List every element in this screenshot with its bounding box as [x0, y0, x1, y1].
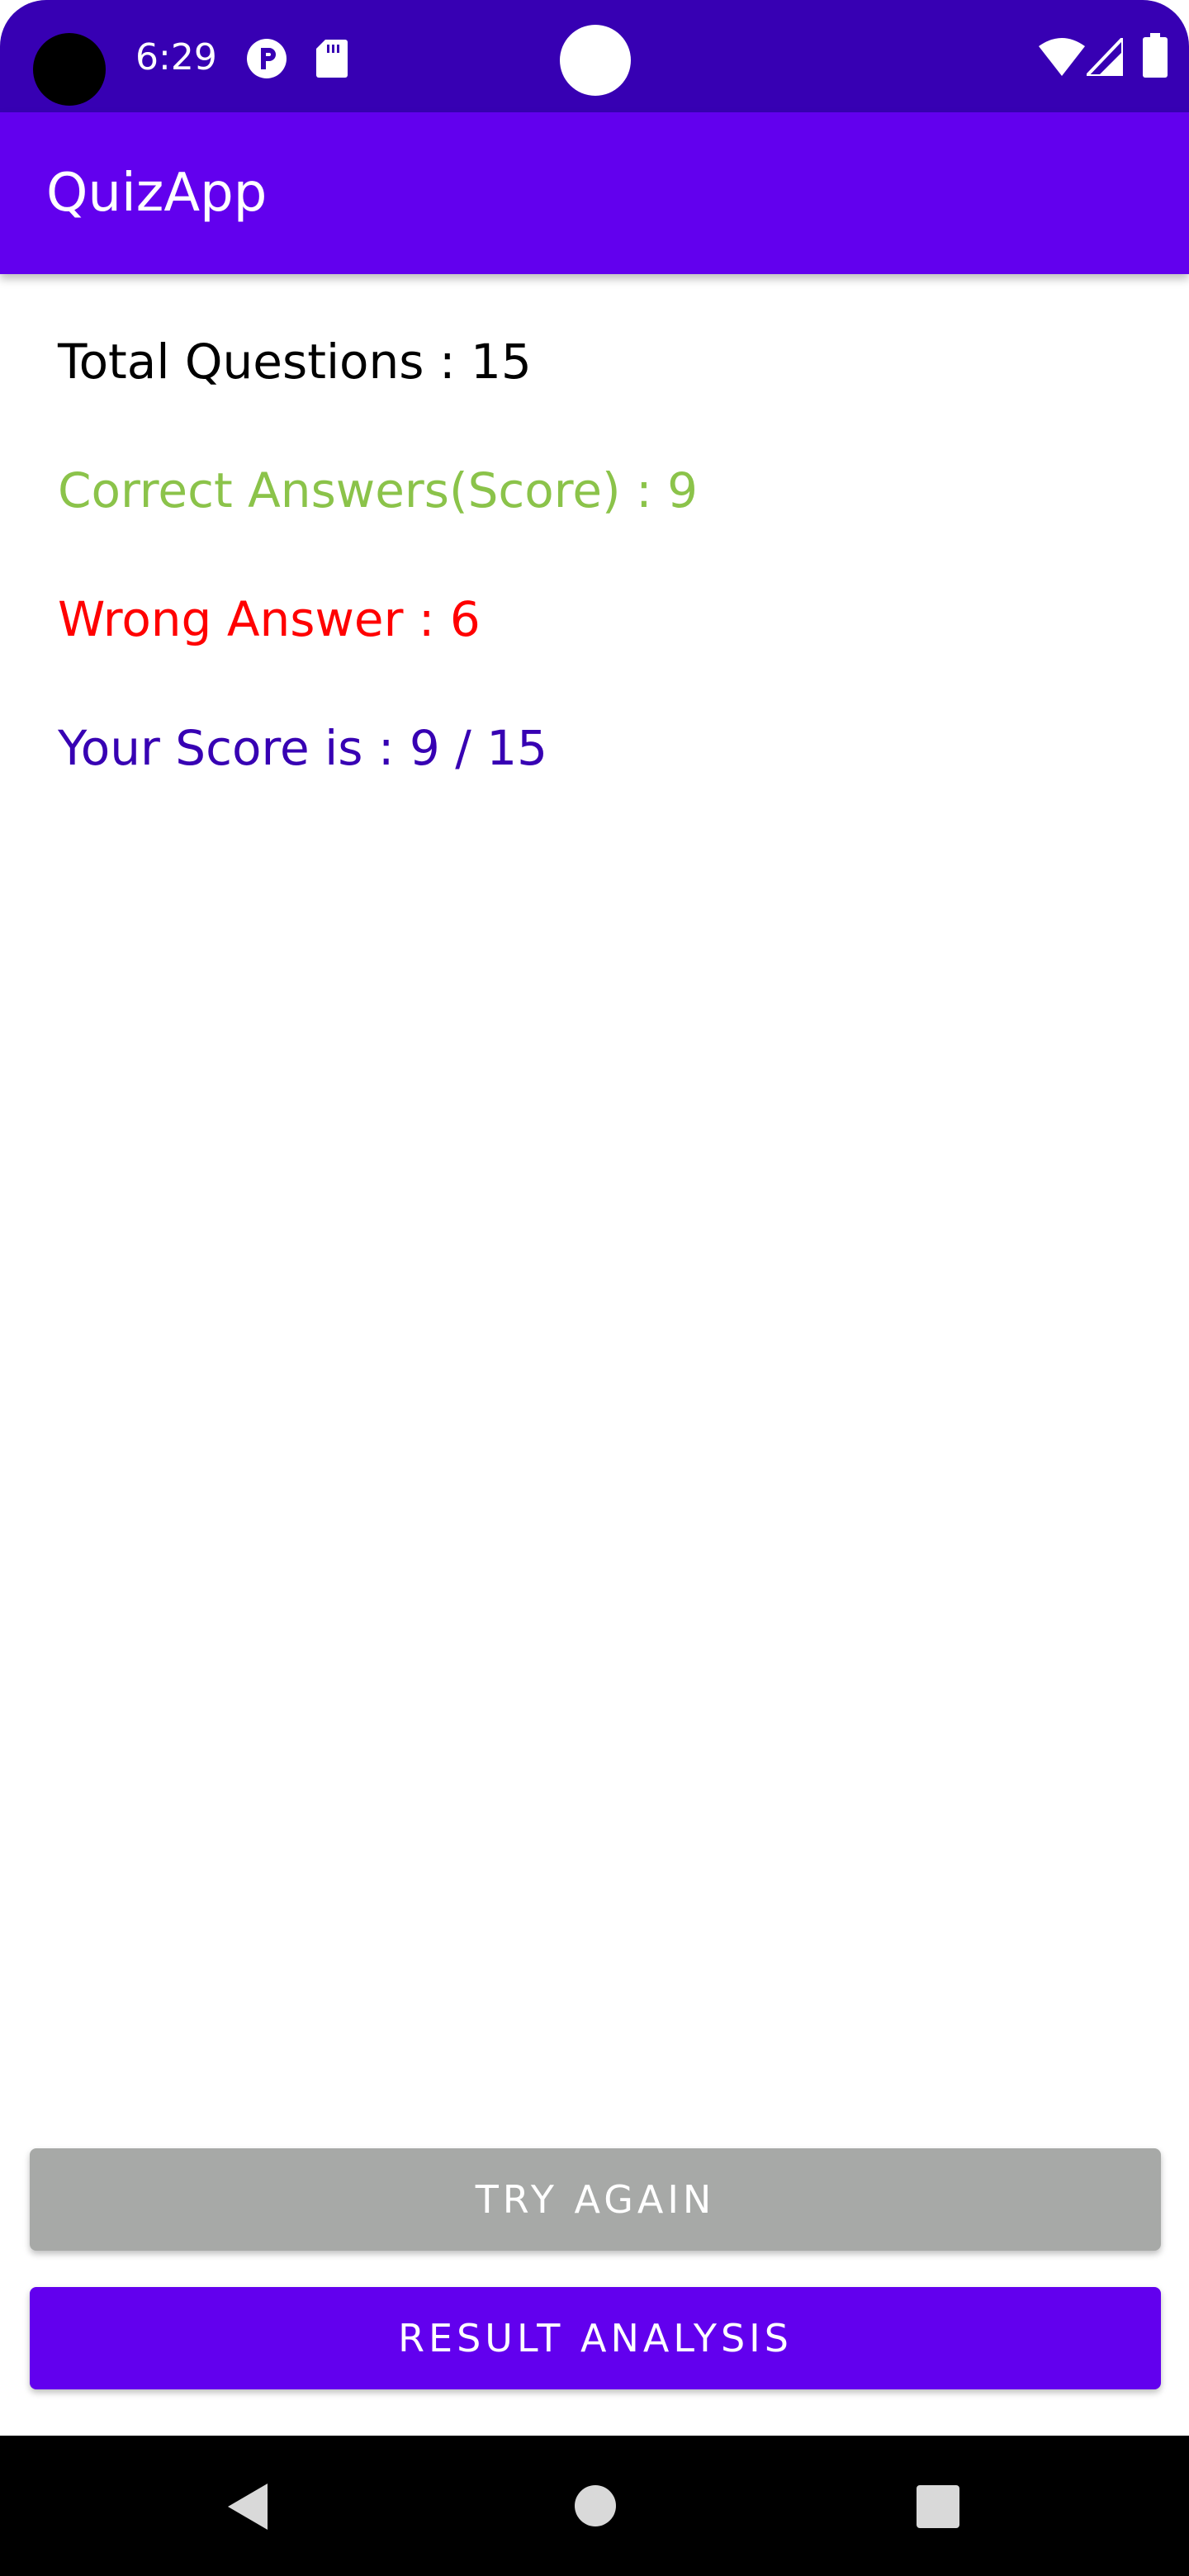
quiz-result-screen: 6:29 QuizApp Total Questions : 15 Correc… — [0, 0, 1189, 2576]
wrong-answers-text: Wrong Answer : 6 — [58, 591, 481, 647]
home-icon[interactable] — [575, 2485, 616, 2526]
status-bar: 6:29 — [0, 0, 1189, 112]
try-again-button[interactable]: TRY AGAIN — [30, 2148, 1161, 2251]
battery-icon — [1143, 33, 1168, 78]
status-time: 6:29 — [135, 36, 217, 78]
navigation-bar — [0, 2436, 1189, 2576]
app-title: QuizApp — [46, 163, 268, 224]
correct-answers-text: Correct Answers(Score) : 9 — [58, 462, 698, 519]
sd-card-icon — [316, 40, 348, 78]
notification-dot — [560, 25, 631, 96]
wifi-icon — [1039, 38, 1085, 76]
result-analysis-button[interactable]: RESULT ANALYSIS — [30, 2287, 1161, 2389]
p-icon — [247, 39, 287, 78]
signal-icon — [1087, 38, 1123, 76]
app-bar: QuizApp — [0, 112, 1189, 274]
back-icon[interactable] — [225, 2482, 271, 2531]
recents-icon[interactable] — [917, 2485, 959, 2528]
camera-cutout — [33, 33, 106, 106]
total-questions-text: Total Questions : 15 — [58, 334, 532, 390]
your-score-text: Your Score is : 9 / 15 — [58, 720, 547, 776]
